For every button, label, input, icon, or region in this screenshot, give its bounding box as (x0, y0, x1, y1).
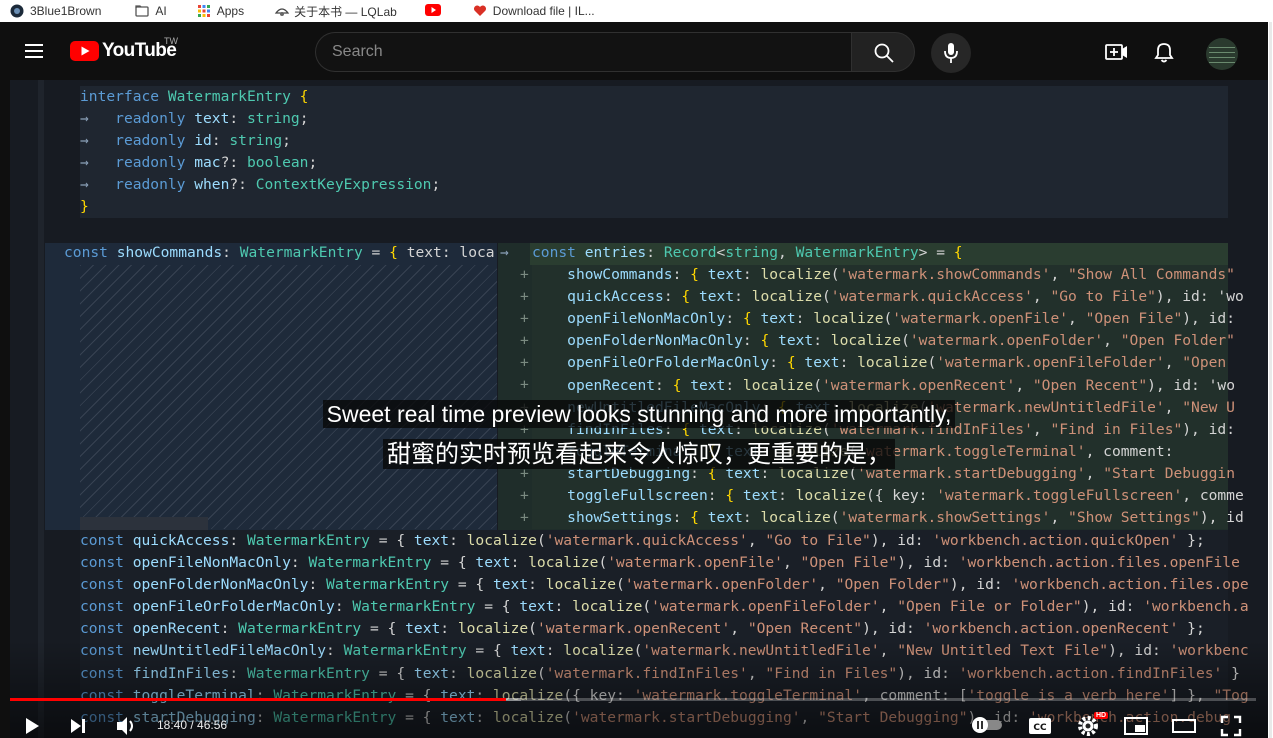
3b1b-icon (10, 4, 24, 18)
fullscreen-button[interactable] (1220, 715, 1242, 738)
autoplay-toggle-icon (972, 717, 1002, 733)
youtube-favicon-icon (424, 4, 441, 18)
heart-icon (473, 4, 487, 18)
code-line: toggleFullscreen: { text: localize({ key… (567, 487, 1244, 505)
microphone-icon (944, 43, 958, 63)
bookmark-youtube[interactable] (417, 0, 453, 22)
play-icon (26, 718, 39, 734)
search-button[interactable] (851, 32, 915, 72)
bookmark-3blue1brown[interactable]: 3Blue1Brown (0, 0, 109, 22)
folder-icon (135, 4, 150, 18)
code-line: showSettings: { text: localize('watermar… (567, 509, 1244, 527)
youtube-logo[interactable]: YouTube (70, 40, 177, 62)
avatar[interactable] (1206, 38, 1238, 70)
bookmark-label: 3Blue1Brown (30, 4, 102, 18)
diff-plus-markers: ++++++++++++ (520, 264, 529, 529)
code-interface-block: interface WatermarkEntry { → readonly tex… (80, 86, 440, 219)
miniplayer-button[interactable] (1124, 716, 1148, 738)
notifications-button[interactable] (1151, 39, 1177, 65)
hd-badge: HD (1094, 712, 1109, 719)
autoplay-toggle[interactable] (970, 716, 1004, 738)
search-placeholder: Search (332, 43, 383, 60)
diff-hatch-pattern (80, 265, 497, 529)
bookmark-label: Apps (216, 4, 245, 18)
miniplayer-icon (1124, 717, 1148, 735)
code-line: const openFileOrFolderMacOnly: Watermark… (80, 598, 1249, 616)
code-line: const entries: Record<string, WatermarkE… (532, 244, 963, 261)
create-button[interactable] (1103, 39, 1129, 65)
code-line: showCommands: { text: localize('watermar… (567, 266, 1235, 284)
hamburger-icon (25, 44, 43, 46)
svg-text:CC: CC (1033, 723, 1047, 733)
code-line: → readonly id: string; (80, 132, 291, 150)
code-diff-removed-line: const showCommands: WatermarkEntry = { t… (64, 242, 495, 264)
youtube-play-logo-icon (70, 41, 99, 61)
code-line: openFileNonMacOnly: { text: localize('wa… (567, 310, 1235, 328)
code-line: const showCommands: WatermarkEntry = { t… (64, 244, 495, 261)
code-line: → readonly when?: ContextKeyExpression; (80, 176, 441, 194)
youtube-header: YouTube TW Search (0, 22, 1273, 80)
bookmark-apps[interactable]: Apps (189, 0, 252, 22)
volume-icon (117, 717, 133, 735)
theater-mode-icon (1172, 719, 1196, 733)
diff-plus-marker: + (520, 486, 529, 504)
mute-button[interactable] (115, 715, 139, 738)
subtitles-button[interactable]: CC (1028, 716, 1052, 738)
menu-button[interactable] (18, 38, 50, 64)
skip-next-icon (71, 719, 85, 733)
code-line: openFolderNonMacOnly: { text: localize('… (567, 332, 1235, 350)
bookmark-label: 关于本书 — LQLab (294, 4, 397, 19)
diff-plus-marker: + (520, 332, 529, 350)
bookmark-lqlab[interactable]: 关于本书 — LQLab (266, 0, 405, 22)
diff-plus-marker: + (520, 288, 529, 306)
search-input[interactable]: Search (315, 32, 852, 72)
caption-english: Sweet real time preview looks stunning a… (10, 400, 1268, 428)
diff-plus-marker: + (520, 354, 529, 372)
code-line: const openFileNonMacOnly: WatermarkEntry… (80, 554, 1240, 572)
code-diff-added-block: const entries: Record<string, WatermarkE… (532, 242, 1244, 529)
apps-grid-icon (197, 4, 211, 18)
fullscreen-icon (1220, 715, 1242, 737)
create-video-icon (1105, 44, 1127, 60)
code-line: const openFolderNonMacOnly: WatermarkEnt… (80, 576, 1249, 594)
caption-chinese: 甜蜜的实时预览看起来令人惊叹，更重要的是， (10, 434, 1268, 469)
time-display: 18:40 / 46:56 (157, 718, 228, 732)
region-code: TW (164, 36, 178, 46)
bookmark-label: AI (155, 4, 167, 18)
bookmark-label: Download file | IL... (492, 4, 595, 18)
bell-icon (1154, 43, 1174, 63)
arrow-right-icon: → (500, 244, 509, 261)
code-line: openFileOrFolderMacOnly: { text: localiz… (567, 354, 1227, 372)
bookmarks-bar: 3Blue1Brown AI Apps 关于本书 — LQLab Downloa… (0, 0, 1273, 22)
code-line: const quickAccess: WatermarkEntry = { te… (80, 532, 1205, 549)
diff-plus-marker: + (520, 310, 529, 328)
search-icon (874, 43, 894, 63)
theater-mode-button[interactable] (1172, 716, 1196, 738)
bookmark-download-file[interactable]: Download file | IL... (465, 0, 603, 22)
lqlab-icon (274, 4, 290, 18)
code-line: → readonly mac?: boolean; (80, 154, 318, 172)
progress-bar[interactable] (10, 698, 1256, 701)
progress-played (10, 698, 506, 701)
diff-plus-marker: + (520, 376, 529, 394)
code-line: interface WatermarkEntry { (80, 88, 309, 105)
next-button[interactable] (68, 716, 88, 738)
code-line: } (80, 198, 89, 216)
code-line: quickAccess: { text: localize('watermark… (567, 288, 1244, 306)
video-player[interactable]: interface WatermarkEntry { → readonly tex… (10, 80, 1268, 738)
play-button[interactable] (22, 716, 42, 738)
diff-plus-marker: + (520, 266, 529, 283)
voice-search-button[interactable] (931, 33, 971, 73)
bookmark-ai[interactable]: AI (127, 0, 174, 22)
code-line: const openRecent: WatermarkEntry = { tex… (80, 620, 1205, 638)
code-line: → readonly text: string; (80, 110, 309, 128)
diff-plus-marker: + (520, 509, 529, 527)
closed-captions-icon: CC (1029, 718, 1051, 734)
code-line: openRecent: { text: localize('watermark.… (567, 376, 1235, 394)
page-scrollbar[interactable] (1268, 22, 1273, 738)
